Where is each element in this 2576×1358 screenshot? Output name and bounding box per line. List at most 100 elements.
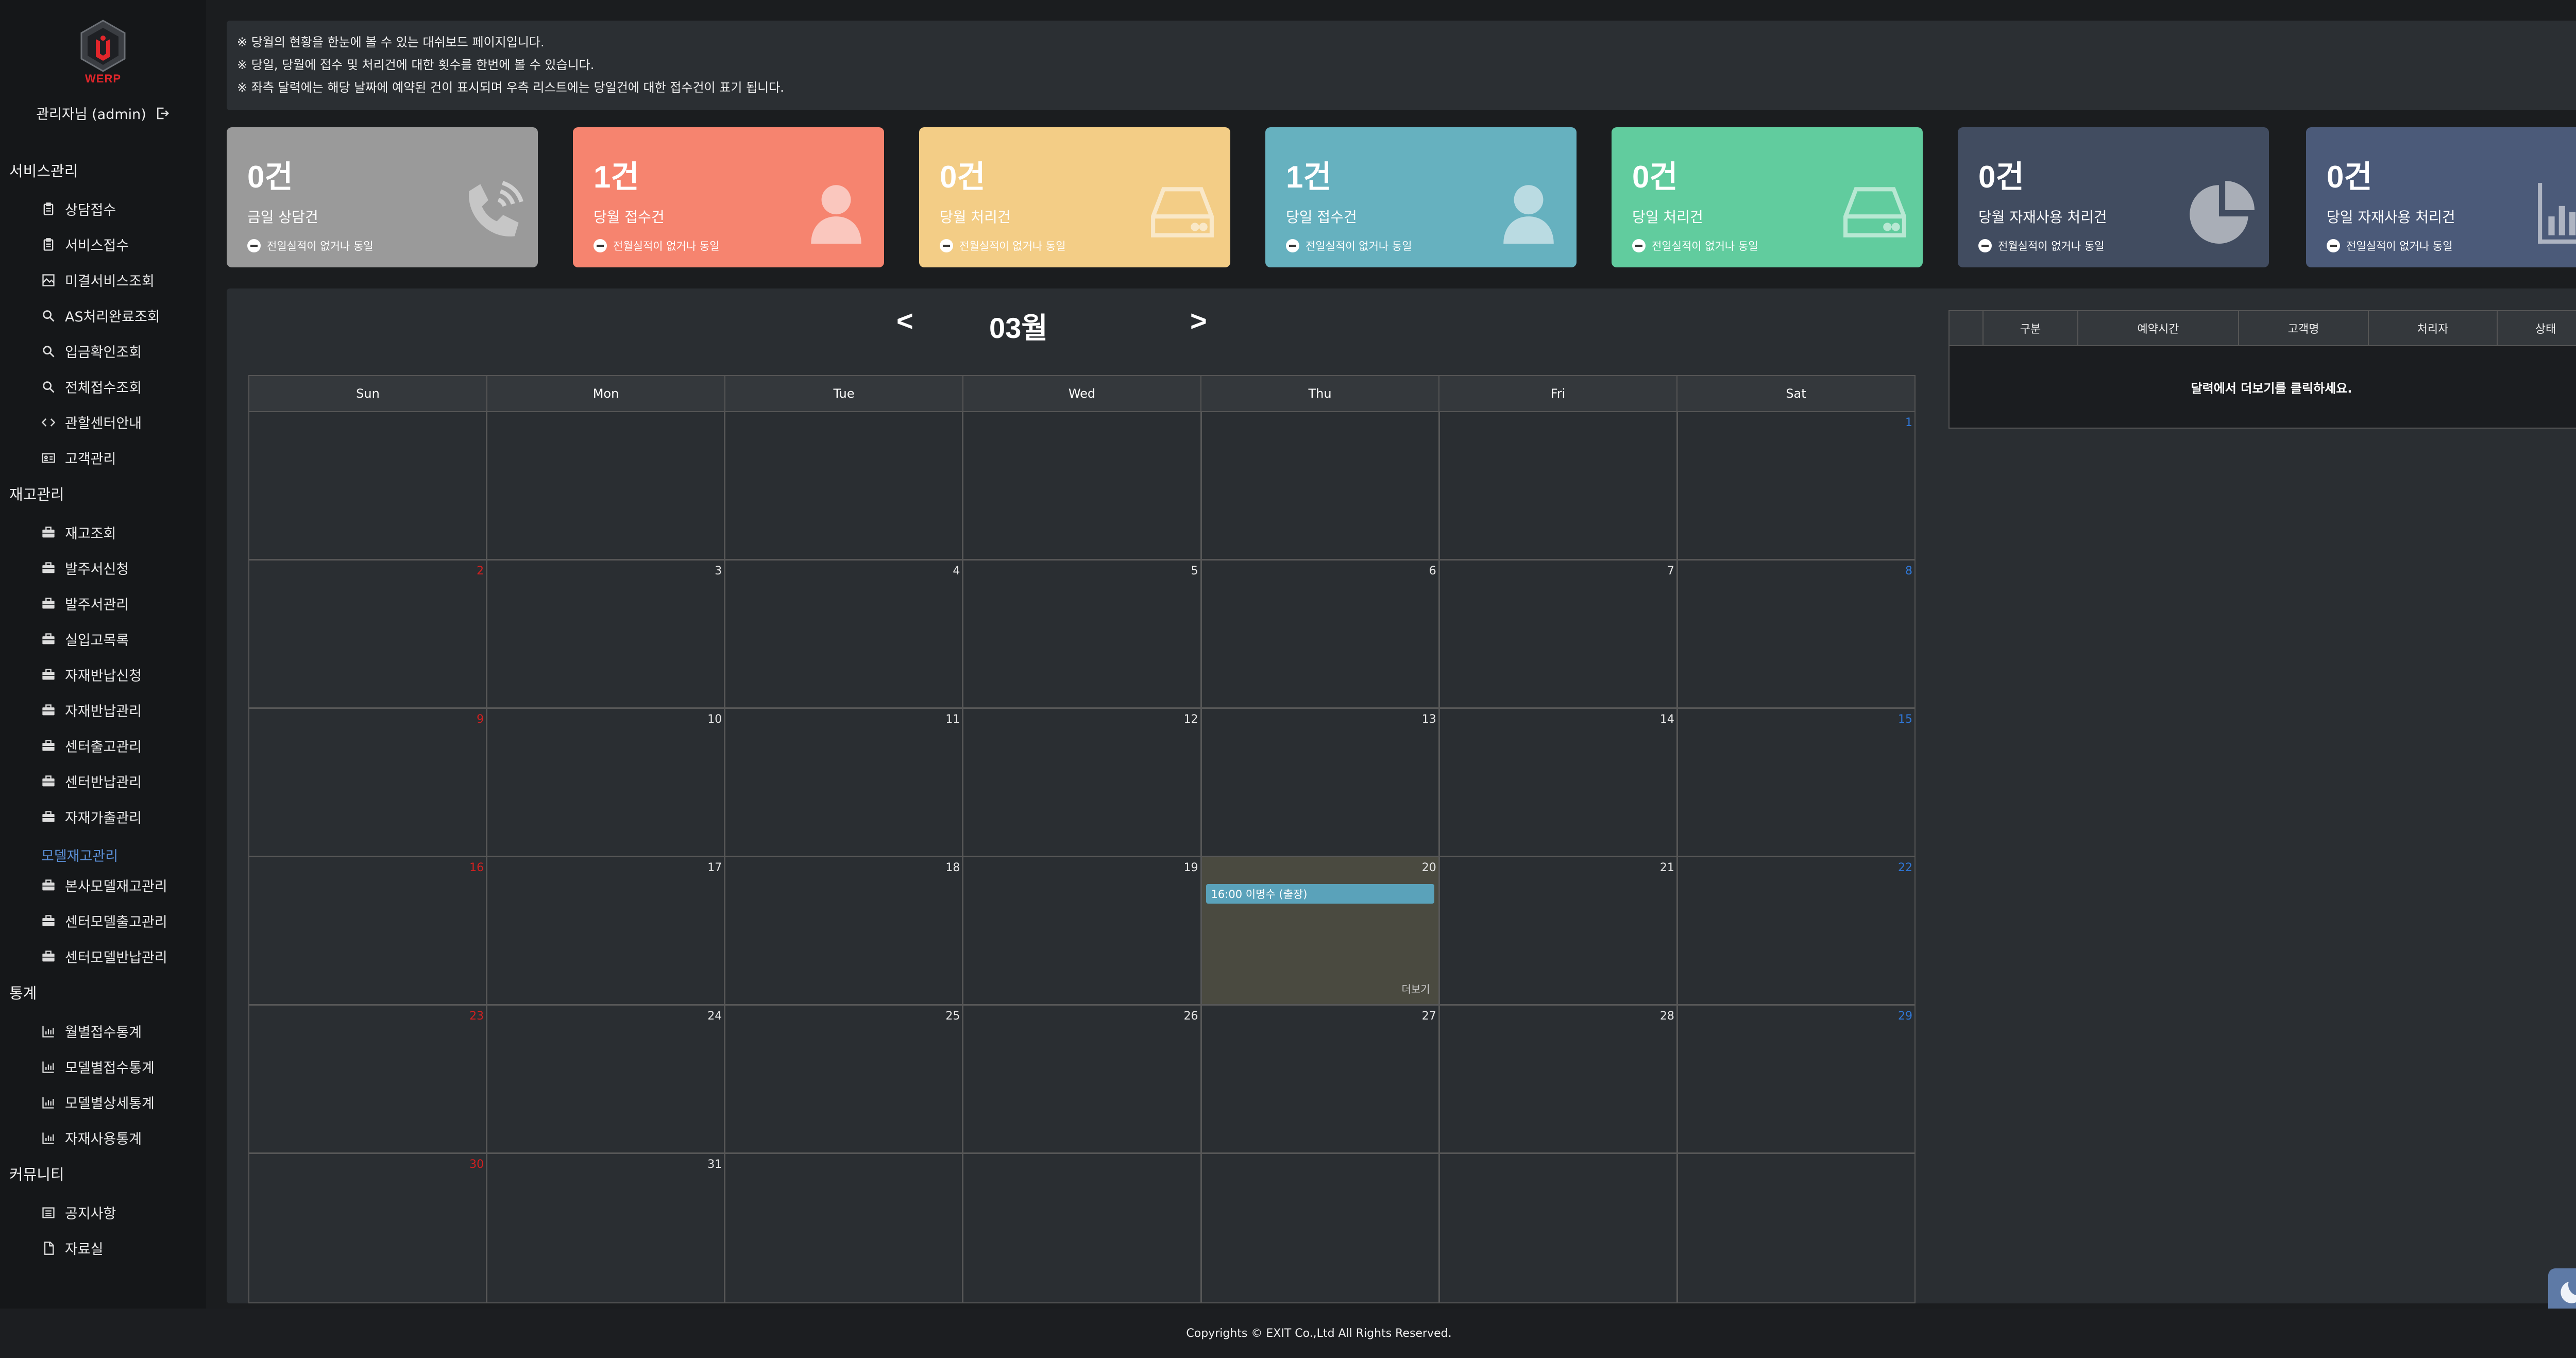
calendar-day[interactable] xyxy=(249,412,488,559)
calendar-day[interactable]: 14 xyxy=(1439,709,1678,856)
calendar-day[interactable]: 12 xyxy=(963,709,1202,856)
calendar-day[interactable]: 22 xyxy=(1677,857,1914,1004)
calendar-day[interactable]: 27 xyxy=(1201,1006,1440,1152)
nav-sub-title[interactable]: 모델재고관리 xyxy=(0,842,206,868)
sidebar-item[interactable]: 입금확인조회 xyxy=(0,333,206,369)
calendar-day[interactable]: 15 xyxy=(1677,709,1914,856)
calendar-day[interactable]: 9 xyxy=(249,709,488,856)
sidebar-item[interactable]: 미결서비스조회 xyxy=(0,262,206,298)
sidebar-item[interactable]: 모델별접수통계 xyxy=(0,1049,206,1084)
day-number: 26 xyxy=(1183,1010,1198,1023)
sidebar-item[interactable]: 고객관리 xyxy=(0,440,206,476)
sidebar-item[interactable]: 센터출고관리 xyxy=(0,728,206,763)
calendar-day[interactable]: 30 xyxy=(249,1154,488,1302)
day-number: 9 xyxy=(477,713,484,726)
calendar-event[interactable]: 16:00 이명수 (출장) xyxy=(1206,884,1434,904)
sidebar-item[interactable]: 센터반납관리 xyxy=(0,763,206,799)
calendar-day[interactable]: 18 xyxy=(725,857,964,1004)
calendar-day[interactable]: 5 xyxy=(963,561,1202,707)
weekday-header: Wed xyxy=(963,376,1201,411)
sidebar-item[interactable]: 전체접수조회 xyxy=(0,369,206,404)
calendar-day[interactable] xyxy=(487,412,726,559)
sidebar-item[interactable]: 실입고목록 xyxy=(0,621,206,657)
day-number: 29 xyxy=(1897,1010,1912,1023)
sidebar-item[interactable]: 자재반납관리 xyxy=(0,692,206,728)
next-month-button[interactable]: > xyxy=(1190,304,1207,337)
calendar-day[interactable] xyxy=(1677,1154,1914,1302)
sidebar-item[interactable]: 센터모델출고관리 xyxy=(0,903,206,939)
summary-card[interactable]: 1건 당월 접수건 전월실적이 없거나 동일 xyxy=(573,127,884,267)
nav-group-title[interactable]: 재고관리 xyxy=(0,483,206,504)
nav-group-title[interactable]: 서비스관리 xyxy=(0,159,206,181)
calendar-day[interactable]: 24 xyxy=(487,1006,726,1152)
sidebar-item[interactable]: 관할센터안내 xyxy=(0,404,206,440)
sidebar-item[interactable]: 본사모델재고관리 xyxy=(0,868,206,903)
sidebar-item[interactable]: 자재반납신청 xyxy=(0,657,206,692)
prev-month-button[interactable]: < xyxy=(896,304,913,337)
calendar-day[interactable]: 25 xyxy=(725,1006,964,1152)
sidebar-item[interactable]: 자재가출관리 xyxy=(0,799,206,835)
nav-group-title[interactable]: 커뮤니티 xyxy=(0,1163,206,1184)
sidebar-item[interactable]: 모델별상세통계 xyxy=(0,1084,206,1120)
day-number: 24 xyxy=(707,1010,722,1023)
nav-group-title[interactable]: 통계 xyxy=(0,981,206,1003)
sidebar-item[interactable]: 발주서관리 xyxy=(0,586,206,621)
calendar-day[interactable]: 10 xyxy=(487,709,726,856)
calendar-day[interactable]: 11 xyxy=(725,709,964,856)
sidebar-item[interactable]: 자재사용통계 xyxy=(0,1120,206,1156)
calendar-day[interactable]: 23 xyxy=(249,1006,488,1152)
calendar-day[interactable]: 21 xyxy=(1439,857,1678,1004)
calendar-day[interactable] xyxy=(1201,412,1440,559)
calendar-day[interactable]: 4 xyxy=(725,561,964,707)
sidebar-item[interactable]: 상담접수 xyxy=(0,191,206,227)
calendar-day[interactable]: 1 xyxy=(1677,412,1914,559)
sidebar-item[interactable]: 서비스접수 xyxy=(0,227,206,262)
calendar-day[interactable] xyxy=(725,1154,964,1302)
calendar-day[interactable] xyxy=(1201,1154,1440,1302)
calendar-day[interactable]: 13 xyxy=(1201,709,1440,856)
sidebar-item[interactable]: 자료실 xyxy=(0,1230,206,1266)
calendar-day[interactable]: 2 xyxy=(249,561,488,707)
calendar-day[interactable]: 26 xyxy=(963,1006,1202,1152)
calendar-day[interactable] xyxy=(1439,412,1678,559)
calendar-day[interactable] xyxy=(963,1154,1202,1302)
calendar-day[interactable]: 7 xyxy=(1439,561,1678,707)
weekday-header: Thu xyxy=(1201,376,1439,411)
summary-card[interactable]: 1건 당일 접수건 전일실적이 없거나 동일 xyxy=(1265,127,1577,267)
sidebar-item[interactable]: 재고조회 xyxy=(0,515,206,550)
card-sub-text: 전월실적이 없거나 동일 xyxy=(1998,240,2105,252)
sidebar: WERP 관리자님 (admin) 서비스관리 상담접수 서비스접수 미결서비스조회 A… xyxy=(0,0,206,1309)
calendar-day[interactable]: 8 xyxy=(1677,561,1914,707)
sidebar-item-label: 센터모델반납관리 xyxy=(65,950,167,966)
calendar-week: 23 24 25 26 27 28 29 xyxy=(249,1006,1914,1154)
summary-card[interactable]: 0건 금일 상담건 전일실적이 없거나 동일 xyxy=(227,127,538,267)
logout-icon[interactable] xyxy=(155,106,170,121)
sidebar-item[interactable]: 공지사항 xyxy=(0,1195,206,1230)
calendar-day[interactable]: 3 xyxy=(487,561,726,707)
summary-card[interactable]: 0건 당월 자재사용 처리건 전월실적이 없거나 동일 xyxy=(1958,127,2269,267)
more-link[interactable]: 더보기 xyxy=(1402,981,1430,996)
calendar-day[interactable]: 19 xyxy=(963,857,1202,1004)
calendar-day[interactable]: 29 xyxy=(1677,1006,1914,1152)
summary-card[interactable]: 0건 당월 처리건 전월실적이 없거나 동일 xyxy=(919,127,1230,267)
file-icon xyxy=(41,1241,56,1255)
logo[interactable]: WERP xyxy=(0,19,206,86)
calendar-day[interactable]: 6 xyxy=(1201,561,1440,707)
sidebar-item[interactable]: 센터모델반납관리 xyxy=(0,939,206,974)
calendar-day[interactable] xyxy=(1439,1154,1678,1302)
calendar-day[interactable]: 31 xyxy=(487,1154,726,1302)
calendar-day[interactable]: 20 16:00 이명수 (출장) 더보기 xyxy=(1201,857,1440,1004)
card-sub-text: 전월실적이 없거나 동일 xyxy=(959,240,1066,252)
calendar-day[interactable]: 28 xyxy=(1439,1006,1678,1152)
sidebar-item[interactable]: AS처리완료조회 xyxy=(0,298,206,333)
summary-card[interactable]: 0건 당일 처리건 전일실적이 없거나 동일 xyxy=(1612,127,1923,267)
day-number: 12 xyxy=(1183,713,1198,726)
sidebar-item[interactable]: 발주서신청 xyxy=(0,550,206,586)
sidebar-item[interactable]: 월별접수통계 xyxy=(0,1013,206,1049)
calendar-day[interactable]: 17 xyxy=(487,857,726,1004)
summary-card[interactable]: 0건 당일 자재사용 처리건 전일실적이 없거나 동일 xyxy=(2306,127,2576,267)
calendar-day[interactable] xyxy=(725,412,964,559)
calendar-day[interactable]: 16 xyxy=(249,857,488,1004)
card-sub-text: 전일실적이 없거나 동일 xyxy=(2346,240,2453,252)
calendar-day[interactable] xyxy=(963,412,1202,559)
